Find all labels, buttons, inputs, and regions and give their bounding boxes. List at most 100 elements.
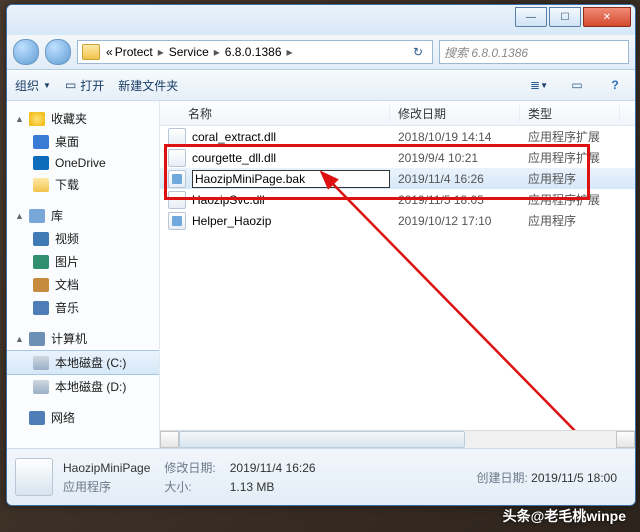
file-name: courgette_dll.dll	[192, 151, 276, 165]
status-size-label: 大小:	[164, 478, 215, 495]
sidebar-item-onedrive[interactable]: OneDrive	[7, 153, 159, 173]
back-button[interactable]	[13, 39, 39, 65]
file-type: 应用程序扩展	[520, 191, 620, 208]
sidebar-item-music[interactable]: 音乐	[7, 296, 159, 319]
videos-icon	[33, 232, 49, 246]
folder-icon	[82, 44, 100, 60]
crumb-prefix: «	[106, 45, 113, 59]
file-icon	[168, 128, 186, 146]
file-name: HaozipSvc.dll	[192, 193, 265, 207]
column-name[interactable]: 名称	[160, 105, 390, 122]
file-name: coral_extract.dll	[192, 130, 276, 144]
file-icon	[168, 149, 186, 167]
column-date[interactable]: 修改日期	[390, 105, 520, 122]
titlebar: — ☐ ✕	[7, 5, 635, 35]
refresh-button[interactable]: ↻	[408, 45, 428, 59]
sidebar-libraries[interactable]: ▲库	[7, 204, 159, 227]
scroll-left-button[interactable]	[160, 431, 179, 448]
sidebar-item-downloads[interactable]: 下载	[7, 173, 159, 196]
network-icon	[29, 411, 45, 425]
onedrive-icon	[33, 156, 49, 170]
chevron-right-icon: ▸	[284, 45, 296, 59]
horizontal-scrollbar[interactable]	[160, 430, 635, 448]
maximize-button[interactable]: ☐	[549, 7, 581, 27]
nav-bar: « Protect▸ Service▸ 6.8.0.1386▸ ↻ 搜索 6.8…	[7, 35, 635, 70]
crumb[interactable]: 6.8.0.1386	[225, 45, 282, 59]
address-bar[interactable]: « Protect▸ Service▸ 6.8.0.1386▸ ↻	[77, 40, 433, 64]
sidebar-item-drive-d[interactable]: 本地磁盘 (D:)	[7, 375, 159, 398]
crumb[interactable]: Service	[169, 45, 209, 59]
column-headers: 名称 修改日期 类型	[160, 101, 635, 126]
file-date: 2019/11/4 16:26	[390, 172, 520, 186]
organize-menu[interactable]: 组织 ▼	[15, 77, 51, 94]
status-size-value: 1.13 MB	[230, 480, 316, 494]
computer-icon	[29, 332, 45, 346]
status-filename: HaozipMiniPage	[63, 461, 150, 475]
music-icon	[33, 301, 49, 315]
sidebar-item-videos[interactable]: 视频	[7, 227, 159, 250]
file-type: 应用程序扩展	[520, 128, 620, 145]
help-button[interactable]: ?	[603, 74, 627, 96]
file-type: 应用程序	[520, 170, 620, 187]
file-date: 2019/11/5 18:05	[390, 193, 520, 207]
downloads-icon	[33, 178, 49, 192]
scroll-thumb[interactable]	[179, 431, 465, 448]
file-row[interactable]: Helper_Haozip 2019/10/12 17:10应用程序	[160, 210, 635, 231]
libraries-icon	[29, 209, 45, 223]
file-icon	[168, 212, 186, 230]
close-button[interactable]: ✕	[583, 7, 631, 27]
file-row[interactable]: 2019/11/4 16:26应用程序	[160, 168, 635, 189]
view-options-button[interactable]: ≣ ▼	[527, 74, 551, 96]
chevron-right-icon: ▸	[155, 45, 167, 59]
sidebar: ▲收藏夹 桌面 OneDrive 下载 ▲库 视频 图片 文档 音乐 ▲计算机 …	[7, 101, 160, 448]
file-row[interactable]: courgette_dll.dll2019/9/4 10:21应用程序扩展	[160, 147, 635, 168]
sidebar-computer[interactable]: ▲计算机	[7, 327, 159, 350]
file-date: 2019/9/4 10:21	[390, 151, 520, 165]
column-type[interactable]: 类型	[520, 105, 620, 122]
drive-icon	[33, 356, 49, 370]
file-pane: 名称 修改日期 类型 coral_extract.dll 2018/10/19 1…	[160, 101, 635, 448]
star-icon	[29, 112, 45, 126]
forward-button[interactable]	[45, 39, 71, 65]
sidebar-network[interactable]: 网络	[7, 406, 159, 429]
chevron-right-icon: ▸	[211, 45, 223, 59]
status-create-value: 2019/11/5 18:00	[531, 471, 617, 485]
status-mod-value: 2019/11/4 16:26	[230, 461, 316, 475]
minimize-button[interactable]: —	[515, 7, 547, 27]
file-date: 2018/10/19 14:14	[390, 130, 520, 144]
file-type: 应用程序	[520, 212, 620, 229]
rename-input[interactable]	[192, 170, 390, 188]
desktop-icon	[33, 135, 49, 149]
status-bar: HaozipMiniPage 修改日期: 2019/11/4 16:26 应用程…	[7, 448, 635, 505]
watermark: 头条@老毛桃winpe	[503, 506, 626, 526]
toolbar: 组织 ▼ ▭ 打开 新建文件夹 ≣ ▼ ▭ ?	[7, 70, 635, 101]
file-row[interactable]: HaozipSvc.dll 2019/11/5 18:05应用程序扩展	[160, 189, 635, 210]
search-box[interactable]: 搜索 6.8.0.1386	[439, 40, 629, 64]
open-icon: ▭	[65, 78, 76, 92]
file-list[interactable]: coral_extract.dll2018/10/19 14:14应用程序扩展c…	[160, 126, 635, 430]
sidebar-item-pictures[interactable]: 图片	[7, 250, 159, 273]
sidebar-item-drive-c[interactable]: 本地磁盘 (C:)	[7, 350, 159, 375]
explorer-window: — ☐ ✕ « Protect▸ Service▸ 6.8.0.1386▸ ↻ …	[6, 4, 636, 506]
file-name: Helper_Haozip	[192, 214, 271, 228]
status-mod-label: 修改日期:	[164, 459, 215, 476]
file-icon	[168, 191, 186, 209]
file-date: 2019/10/12 17:10	[390, 214, 520, 228]
file-row[interactable]: coral_extract.dll 2018/10/19 14:14应用程序扩展	[160, 126, 635, 147]
scroll-right-button[interactable]	[616, 431, 635, 448]
sidebar-item-desktop[interactable]: 桌面	[7, 130, 159, 153]
documents-icon	[33, 278, 49, 292]
sidebar-item-documents[interactable]: 文档	[7, 273, 159, 296]
status-filetype: 应用程序	[63, 478, 150, 495]
drive-icon	[33, 380, 49, 394]
file-thumbnail	[15, 458, 53, 496]
open-button[interactable]: ▭ 打开	[65, 77, 104, 94]
crumb[interactable]: Protect	[115, 45, 153, 59]
status-create-label: 创建日期:	[476, 471, 527, 485]
sidebar-favorites[interactable]: ▲收藏夹	[7, 107, 159, 130]
search-placeholder: 搜索 6.8.0.1386	[444, 44, 528, 61]
preview-pane-button[interactable]: ▭	[565, 74, 589, 96]
new-folder-button[interactable]: 新建文件夹	[118, 77, 178, 94]
file-icon	[168, 170, 186, 188]
pictures-icon	[33, 255, 49, 269]
